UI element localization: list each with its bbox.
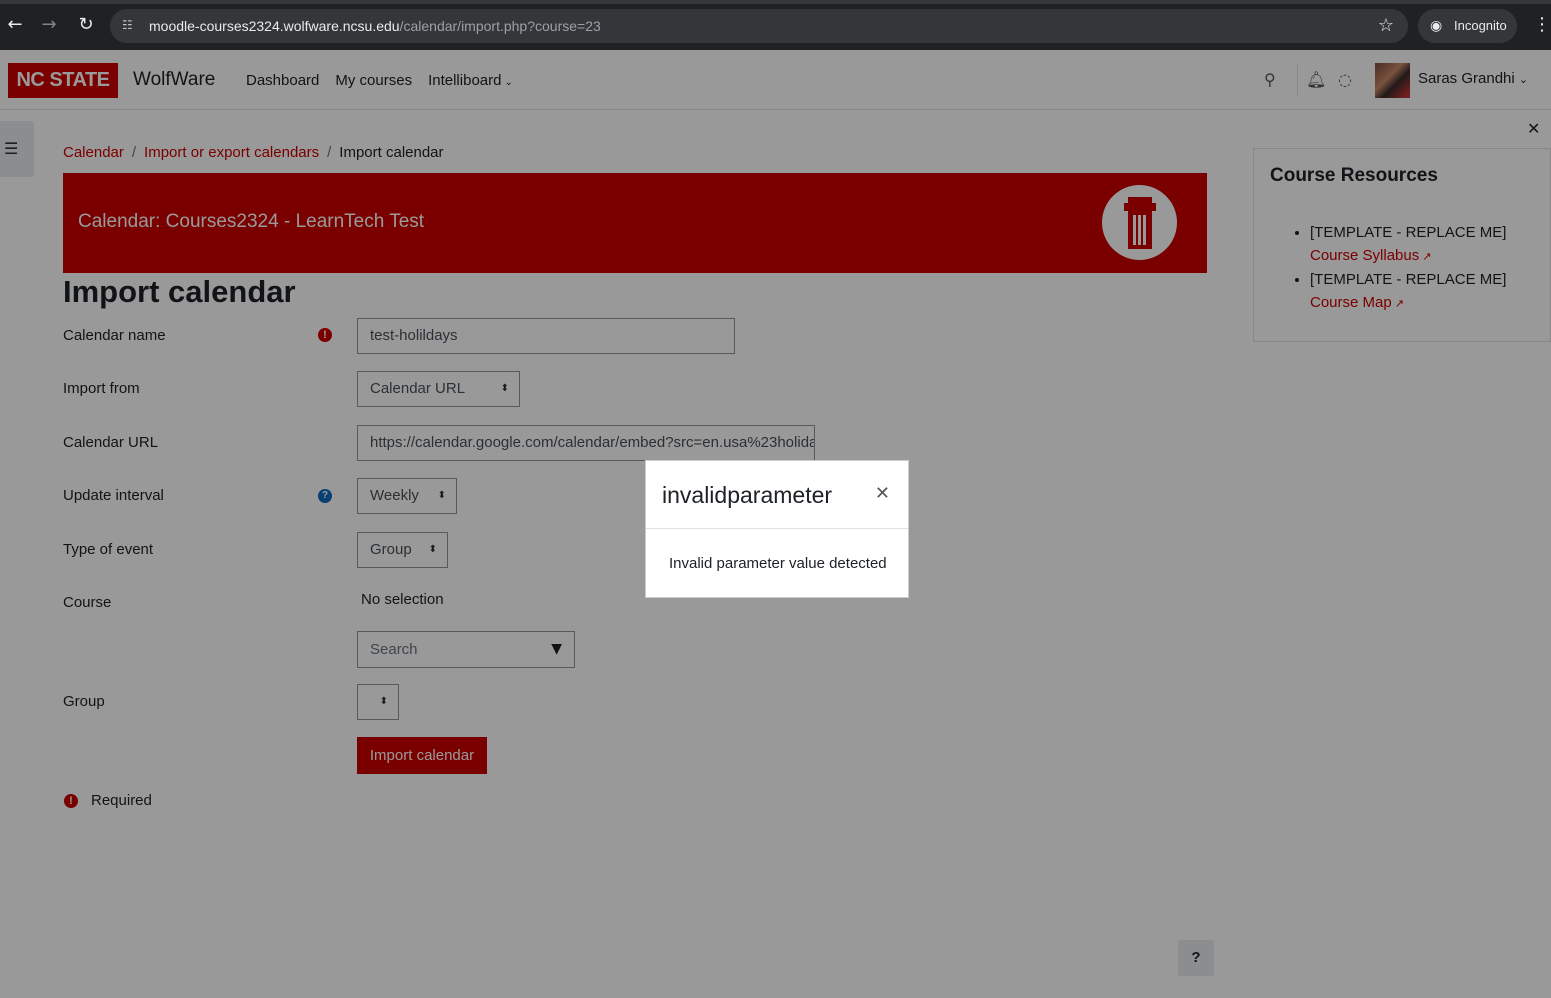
- bookmark-star-icon[interactable]: ☆: [1378, 15, 1394, 36]
- address-url[interactable]: moodle-courses2324.wolfware.ncsu.edu/cal…: [149, 18, 601, 34]
- browser-menu-icon[interactable]: ⋮: [1533, 14, 1551, 35]
- forward-icon[interactable]: →: [38, 14, 60, 36]
- tab-strip: [0, 0, 1551, 4]
- modal-body: Invalid parameter value detected: [669, 555, 887, 572]
- site-info-icon[interactable]: ☷: [122, 17, 138, 33]
- modal-header: invalidparameter ✕: [646, 461, 908, 529]
- reload-icon[interactable]: ↻: [75, 14, 97, 36]
- address-bar[interactable]: ☷ moodle-courses2324.wolfware.ncsu.edu/c…: [110, 9, 1408, 43]
- browser-chrome: ← → ↻ ☷ moodle-courses2324.wolfware.ncsu…: [0, 0, 1551, 50]
- incognito-icon: ◉: [1430, 18, 1443, 34]
- incognito-indicator[interactable]: ◉ Incognito: [1418, 9, 1517, 43]
- error-modal: invalidparameter ✕ Invalid parameter val…: [645, 460, 909, 598]
- close-icon[interactable]: ✕: [875, 483, 890, 504]
- modal-title: invalidparameter: [662, 482, 833, 508]
- incognito-label: Incognito: [1454, 18, 1507, 33]
- back-icon[interactable]: ←: [4, 14, 26, 36]
